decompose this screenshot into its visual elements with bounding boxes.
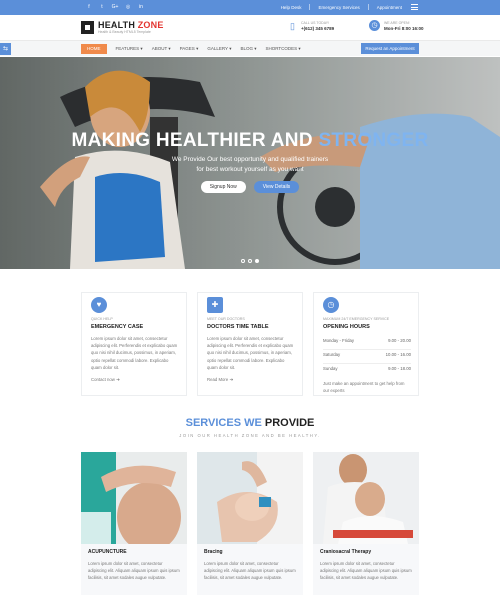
facebook-icon[interactable]: f [84, 3, 94, 12]
emergency-services-link[interactable]: Emergency Services [318, 5, 359, 10]
box-heading: OPENING HOURS [323, 324, 370, 330]
hero-photo [0, 57, 500, 269]
hero-subtitle-line-2: for best workout yourself as you want [196, 166, 304, 173]
nav-item-gallery[interactable]: GALLERY ▾ [207, 44, 231, 54]
slider-dots [241, 259, 259, 263]
top-links: Help Desk Emergency Services Appointment [281, 4, 402, 10]
services-title: SERVICES WE PROVIDE [185, 417, 315, 429]
hours-row: Monday - Friday 9.00 - 20.00 [323, 336, 411, 350]
doctors-timetable-box: ✚ MEET OUR DOCTORS DOCTORS TIME TABLE Lo… [197, 292, 303, 396]
slider-dot[interactable] [241, 259, 245, 263]
box-kicker: MEET OUR DOCTORS [207, 317, 245, 321]
settings-toggle-icon[interactable]: ⇆ [0, 43, 11, 55]
help-desk-link[interactable]: Help Desk [281, 5, 302, 10]
site-header: HEALTH ZONE Health & Beauty HTML5 Templa… [0, 15, 500, 40]
divider [309, 4, 311, 10]
twitter-icon[interactable]: t [97, 3, 107, 12]
menu-icon[interactable] [411, 4, 418, 10]
doctor-icon: ✚ [207, 297, 223, 313]
box-text: Lorem ipsum dolor sit amet, consectetur … [91, 336, 178, 370]
hero-subtitle-line-1: We Provide Our best opportunity and qual… [171, 156, 329, 163]
service-card-acupuncture[interactable]: ACUPUNCTURE Lorem ipsum dolor sit amet, … [81, 452, 187, 595]
contact-now-link[interactable]: Contact now ➜ [91, 377, 120, 383]
menu: HOME FEATURES ▾ ABOUT ▾ PAGES ▾ GALLERY … [81, 44, 310, 54]
call-number: +(612) 345 6789 [301, 26, 335, 31]
slider-dot[interactable] [248, 259, 252, 263]
signup-button[interactable]: Signup Now [200, 181, 246, 193]
nav-item-blog[interactable]: BLOG ▾ [240, 44, 256, 54]
hours-note: Just make an appointment to get help fro… [323, 381, 405, 393]
opening-hours-box: ◷ MAXIMUM 24/7 EMERGENCY SERVICE OPENING… [313, 292, 419, 396]
call-label: CALL US TODAY! [301, 21, 330, 25]
logo-name: HEALTH ZONE [98, 20, 164, 30]
nav-item-home[interactable]: HOME [81, 44, 107, 54]
nav-item-features[interactable]: FEATURES ▾ [116, 44, 143, 54]
social-links: f t G+ ◎ in [84, 3, 146, 12]
hours-row: Sunday 9.00 - 18.00 [323, 366, 411, 371]
hero-buttons: Signup Now View Details [0, 181, 500, 193]
service-title: Bracing [204, 549, 223, 555]
box-text: Lorem ipsum dolor sit amet, consectetur … [207, 336, 294, 370]
hours-row: Saturday 10.00 - 16.00 [323, 350, 411, 364]
hero-title: MAKING HEALTHIER AND STRONGER [71, 130, 429, 151]
box-heading: DOCTORS TIME TABLE [207, 324, 269, 330]
service-text: Lorem ipsum dolor sit amet, consectetur … [204, 561, 296, 580]
craniosacral-photo [313, 452, 419, 544]
hours-contact: ◷ WE ARE OPEN! Mon-Fri 8:00 16:00 [369, 20, 424, 31]
service-text: Lorem ipsum dolor sit amet, consectetur … [320, 561, 412, 580]
google-plus-icon[interactable]: G+ [110, 3, 120, 12]
service-title: Craniosacral Therapy [320, 549, 372, 555]
hours-list: Monday - Friday 9.00 - 20.00 Saturday 10.0… [323, 336, 411, 378]
main-nav: ⇆ HOME FEATURES ▾ ABOUT ▾ PAGES ▾ GALLER… [0, 40, 500, 56]
divider [367, 4, 369, 10]
box-kicker: MAXIMUM 24/7 EMERGENCY SERVICE [323, 317, 390, 321]
bracing-photo [197, 452, 303, 544]
clock-icon: ◷ [323, 297, 339, 313]
nav-item-about[interactable]: ABOUT ▾ [152, 44, 171, 54]
logo-tagline: Health & Beauty HTML5 Template [98, 30, 151, 34]
appointment-link[interactable]: Appointment [377, 5, 402, 10]
call-contact: ▯ CALL US TODAY! +(612) 345 6789 [288, 20, 334, 32]
box-kicker: QUICK HELP [91, 317, 113, 321]
view-details-button[interactable]: View Details [253, 181, 300, 193]
hero-slider: MAKING HEALTHIER AND STRONGER We Provide… [0, 57, 500, 269]
box-heading: EMERGENCY CASE [91, 324, 144, 330]
instagram-icon[interactable]: ◎ [123, 3, 133, 12]
phone-icon: ▯ [290, 21, 295, 31]
hours-label: WE ARE OPEN! [384, 20, 410, 25]
top-bar: f t G+ ◎ in Help Desk Emergency Services… [0, 0, 500, 15]
nav-item-shortcodes[interactable]: SHORTCODES ▾ [265, 44, 300, 54]
nav-item-pages[interactable]: PAGES ▾ [180, 44, 199, 54]
logo-cube-icon [81, 20, 94, 34]
linkedin-icon[interactable]: in [136, 3, 146, 12]
logo[interactable]: HEALTH ZONE Health & Beauty HTML5 Templa… [81, 20, 164, 34]
services-subtitle: JOIN OUR HEALTH ZONE AND BE HEALTHY. [179, 433, 321, 438]
request-appointment-button[interactable]: Request an Appointment [361, 43, 419, 54]
service-card-bracing[interactable]: Bracing Lorem ipsum dolor sit amet, cons… [197, 452, 303, 595]
clock-icon: ◷ [369, 20, 380, 31]
heartbeat-icon: ♥ [91, 297, 107, 313]
emergency-case-box: ♥ QUICK HELP EMERGENCY CASE Lorem ipsum … [81, 292, 187, 396]
slider-dot-active[interactable] [255, 259, 259, 263]
service-text: Lorem ipsum dolor sit amet, consectetur … [88, 561, 180, 580]
service-title: ACUPUNCTURE [88, 549, 127, 555]
acupuncture-photo [81, 452, 187, 544]
read-more-link[interactable]: Read More ➜ [207, 377, 233, 383]
service-card-craniosacral[interactable]: Craniosacral Therapy Lorem ipsum dolor s… [313, 452, 419, 595]
hours-value: Mon-Fri 8:00 16:00 [384, 25, 424, 31]
